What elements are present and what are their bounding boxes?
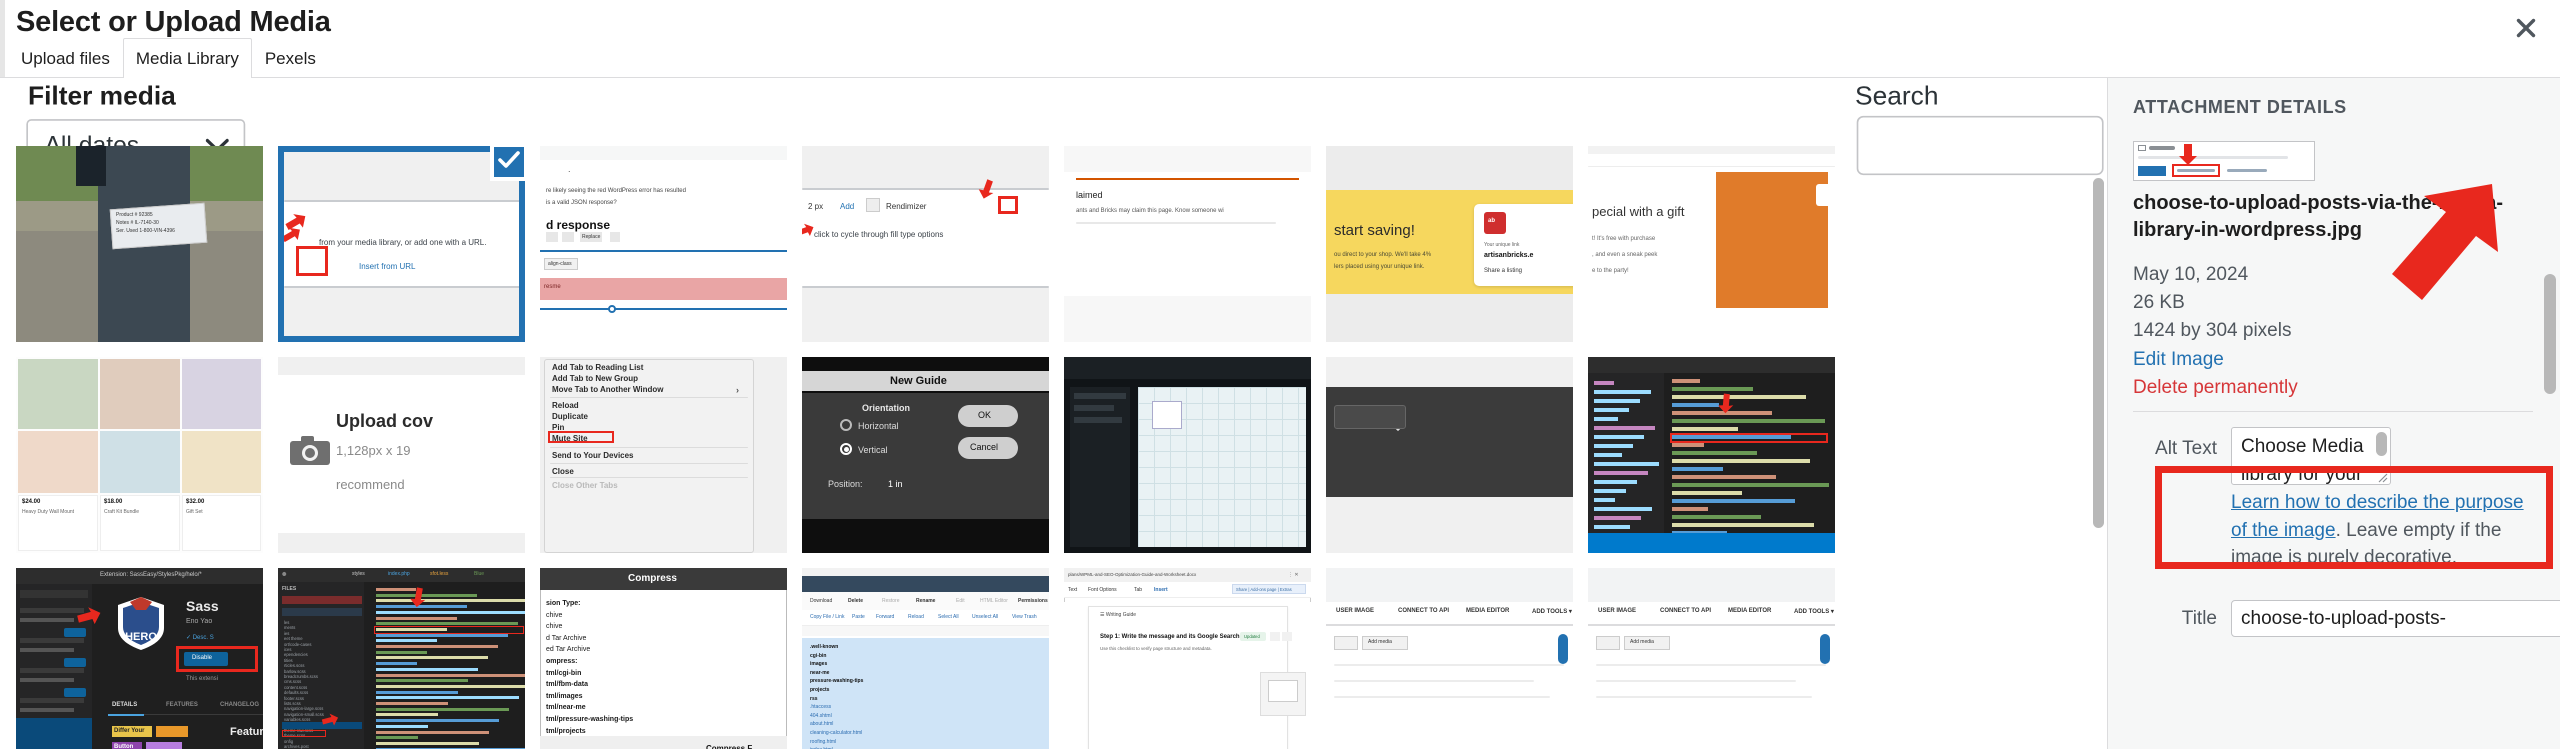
media-thumbnail-image: Product # 92385 Notes # IL-7140-30 Ser. Us… — [16, 146, 263, 342]
media-thumbnail-image: Upload cov 1,128px x 19 recommend — [278, 357, 525, 553]
media-grid-item[interactable]: Inches — [1326, 357, 1573, 553]
media-grid-item[interactable]: Download Delete Restore Rename Edit HTML Edit… — [802, 568, 1049, 749]
media-grid-item[interactable]: Compress sion Type: chive chive d Tar Archiv… — [540, 568, 787, 749]
tab-label: Upload files — [21, 49, 110, 68]
selected-check-badge[interactable] — [490, 146, 525, 181]
title-label: Title — [2181, 608, 2217, 629]
media-thumbnail-image: New Guide Orientation Horizontal Vertical OK… — [802, 357, 1049, 553]
modal-body: Filter media All dates Search Product # … — [0, 78, 2560, 749]
tab-label: Pexels — [264, 49, 316, 68]
media-thumbnail-image — [1588, 357, 1835, 553]
media-thumbnail-image: Add Tab to Reading List Add Tab to New Gr… — [540, 357, 787, 553]
search-label: Search — [1855, 82, 1939, 111]
attachment-details-heading: ATTACHMENT DETAILS — [2133, 97, 2347, 117]
svg-text:HERO: HERO — [125, 631, 157, 643]
media-grid-item[interactable] — [1588, 357, 1835, 553]
media-grid-item[interactable]: 2 px Add Rendimizer click to cycle through … — [802, 146, 1049, 342]
tab-label: Media Library — [135, 49, 239, 68]
attachment-date: May 10, 2024 — [2133, 264, 2249, 285]
media-thumbnail-image: from your media library, or add one with… — [284, 152, 519, 336]
media-grid-item[interactable]: pecial with a gift t! It's free with purc… — [1588, 146, 1835, 342]
media-grid-item[interactable]: ⬤ styles index.php sfot.less Blue FILES les men… — [278, 568, 525, 749]
media-thumbnail-image: plans/WPML-and-SEO-Optimization-Guide-an… — [1064, 568, 1311, 749]
media-thumbnail-image: 2 px Add Rendimizer click to cycle through … — [802, 146, 1049, 342]
media-thumbnail-image: Compress sion Type: chive chive d Tar Archiv… — [540, 568, 787, 749]
modal-header: Select or Upload Media Upload files Medi… — [0, 0, 2560, 78]
attachment-dimensions: 1424 by 304 pixels — [2133, 320, 2292, 341]
alt-text-row: Alt Text Choose Media library for your p… — [2133, 427, 2543, 485]
check-icon — [498, 150, 520, 174]
resize-handle-icon[interactable] — [2376, 470, 2388, 483]
alt-text-input[interactable]: Choose Media library for your post's ima… — [2231, 427, 2391, 485]
attachment-preview-thumbnail[interactable] — [2133, 141, 2315, 181]
tab-upload-files[interactable]: Upload files — [8, 38, 123, 78]
alt-text-help: Learn how to describe the purpose of the… — [2231, 489, 2541, 572]
media-thumbnail-image: USER IMAGE CONNECT TO API MEDIA EDITOR ADD … — [1326, 568, 1573, 749]
close-icon — [2515, 17, 2537, 39]
media-thumbnail-image: laimed ants and Bricks may claim this pag… — [1064, 146, 1311, 342]
alt-text-scrollbar[interactable] — [2376, 432, 2387, 456]
media-grid-item[interactable]: Extension: SassEasy/StylesPkg/helo/* HER… — [16, 568, 263, 749]
attachment-filename: choose-to-upload-posts-via-the-media-lib… — [2133, 192, 2504, 241]
delete-permanently-link[interactable]: Delete permanently — [2133, 377, 2298, 399]
tab-media-library[interactable]: Media Library — [122, 38, 252, 78]
media-thumbnail-image: pecial with a gift t! It's free with purc… — [1588, 146, 1835, 342]
media-grid: Product # 92385 Notes # IL-7140-30 Ser. Us… — [0, 146, 2090, 749]
title-input[interactable] — [2231, 600, 2560, 637]
media-thumbnail-image: Inches — [1326, 357, 1573, 553]
media-grid-item[interactable]: plans/WPML-and-SEO-Optimization-Guide-an… — [1064, 568, 1311, 749]
sidebar-scrollbar[interactable] — [2544, 274, 2556, 394]
media-grid-scrollbar[interactable] — [2092, 178, 2104, 718]
media-thumbnail-image: . re likely seeing the red WordPress erro… — [540, 146, 787, 342]
title-row: Title — [2133, 600, 2560, 637]
media-thumbnail-image: USER IMAGE CONNECT TO API MEDIA EDITOR ADD … — [1588, 568, 1835, 749]
filter-media-label: Filter media — [27, 82, 176, 111]
media-modal: Select or Upload Media Upload files Medi… — [0, 0, 2560, 749]
alt-text-label: Alt Text — [2155, 438, 2217, 459]
media-thumbnail-image: ⬤ styles index.php sfot.less Blue FILES les men… — [278, 568, 525, 749]
media-grid-item[interactable] — [1064, 357, 1311, 553]
attachment-details-sidebar: ATTACHMENT DETAILS choose-to-upload-post… — [2107, 78, 2560, 749]
media-grid-item[interactable]: . re likely seeing the red WordPress erro… — [540, 146, 787, 342]
media-grid-item[interactable]: start saving! ou direct to your shop. We'… — [1326, 146, 1573, 342]
media-grid-item[interactable]: $24.00 $18.00 $32.00 Heavy Duty Wall Mount C… — [16, 357, 263, 553]
tab-pexels[interactable]: Pexels — [252, 38, 329, 78]
media-grid-item[interactable]: Add Tab to Reading List Add Tab to New Gr… — [540, 357, 787, 553]
edit-image-link[interactable]: Edit Image — [2133, 349, 2224, 371]
media-grid-item-selected[interactable]: from your media library, or add one with… — [278, 146, 525, 342]
close-button[interactable] — [2500, 2, 2552, 54]
alt-text-value: Choose Media library for your post's ima… — [2241, 436, 2364, 485]
media-grid-item[interactable]: laimed ants and Bricks may claim this pag… — [1064, 146, 1311, 342]
media-grid-item[interactable]: Upload cov 1,128px x 19 recommend — [278, 357, 525, 553]
media-thumbnail-image: Download Delete Restore Rename Edit HTML Edit… — [802, 568, 1049, 749]
sidebar-divider — [2133, 411, 2533, 412]
media-grid-item[interactable]: New Guide Orientation Horizontal Vertical OK… — [802, 357, 1049, 553]
media-grid-item[interactable]: Product # 92385 Notes # IL-7140-30 Ser. Us… — [16, 146, 263, 342]
media-thumbnail-image: $24.00 $18.00 $32.00 Heavy Duty Wall Mount C… — [16, 357, 263, 553]
tab-list: Upload files Media Library Pexels — [0, 38, 329, 78]
attachment-filesize: 26 KB — [2133, 292, 2185, 313]
media-thumbnail-image — [1064, 357, 1311, 553]
media-thumbnail-image: start saving! ou direct to your shop. We'… — [1326, 146, 1573, 342]
scrollbar-thumb[interactable] — [2093, 178, 2104, 528]
media-main-pane: Filter media All dates Search Product # … — [0, 78, 2107, 749]
media-grid-item[interactable]: USER IMAGE CONNECT TO API MEDIA EDITOR ADD … — [1326, 568, 1573, 749]
media-grid-item[interactable]: USER IMAGE CONNECT TO API MEDIA EDITOR ADD … — [1588, 568, 1835, 749]
page-title: Select or Upload Media — [16, 6, 331, 38]
media-thumbnail-image: Extension: SassEasy/StylesPkg/helo/* HER… — [16, 568, 263, 749]
